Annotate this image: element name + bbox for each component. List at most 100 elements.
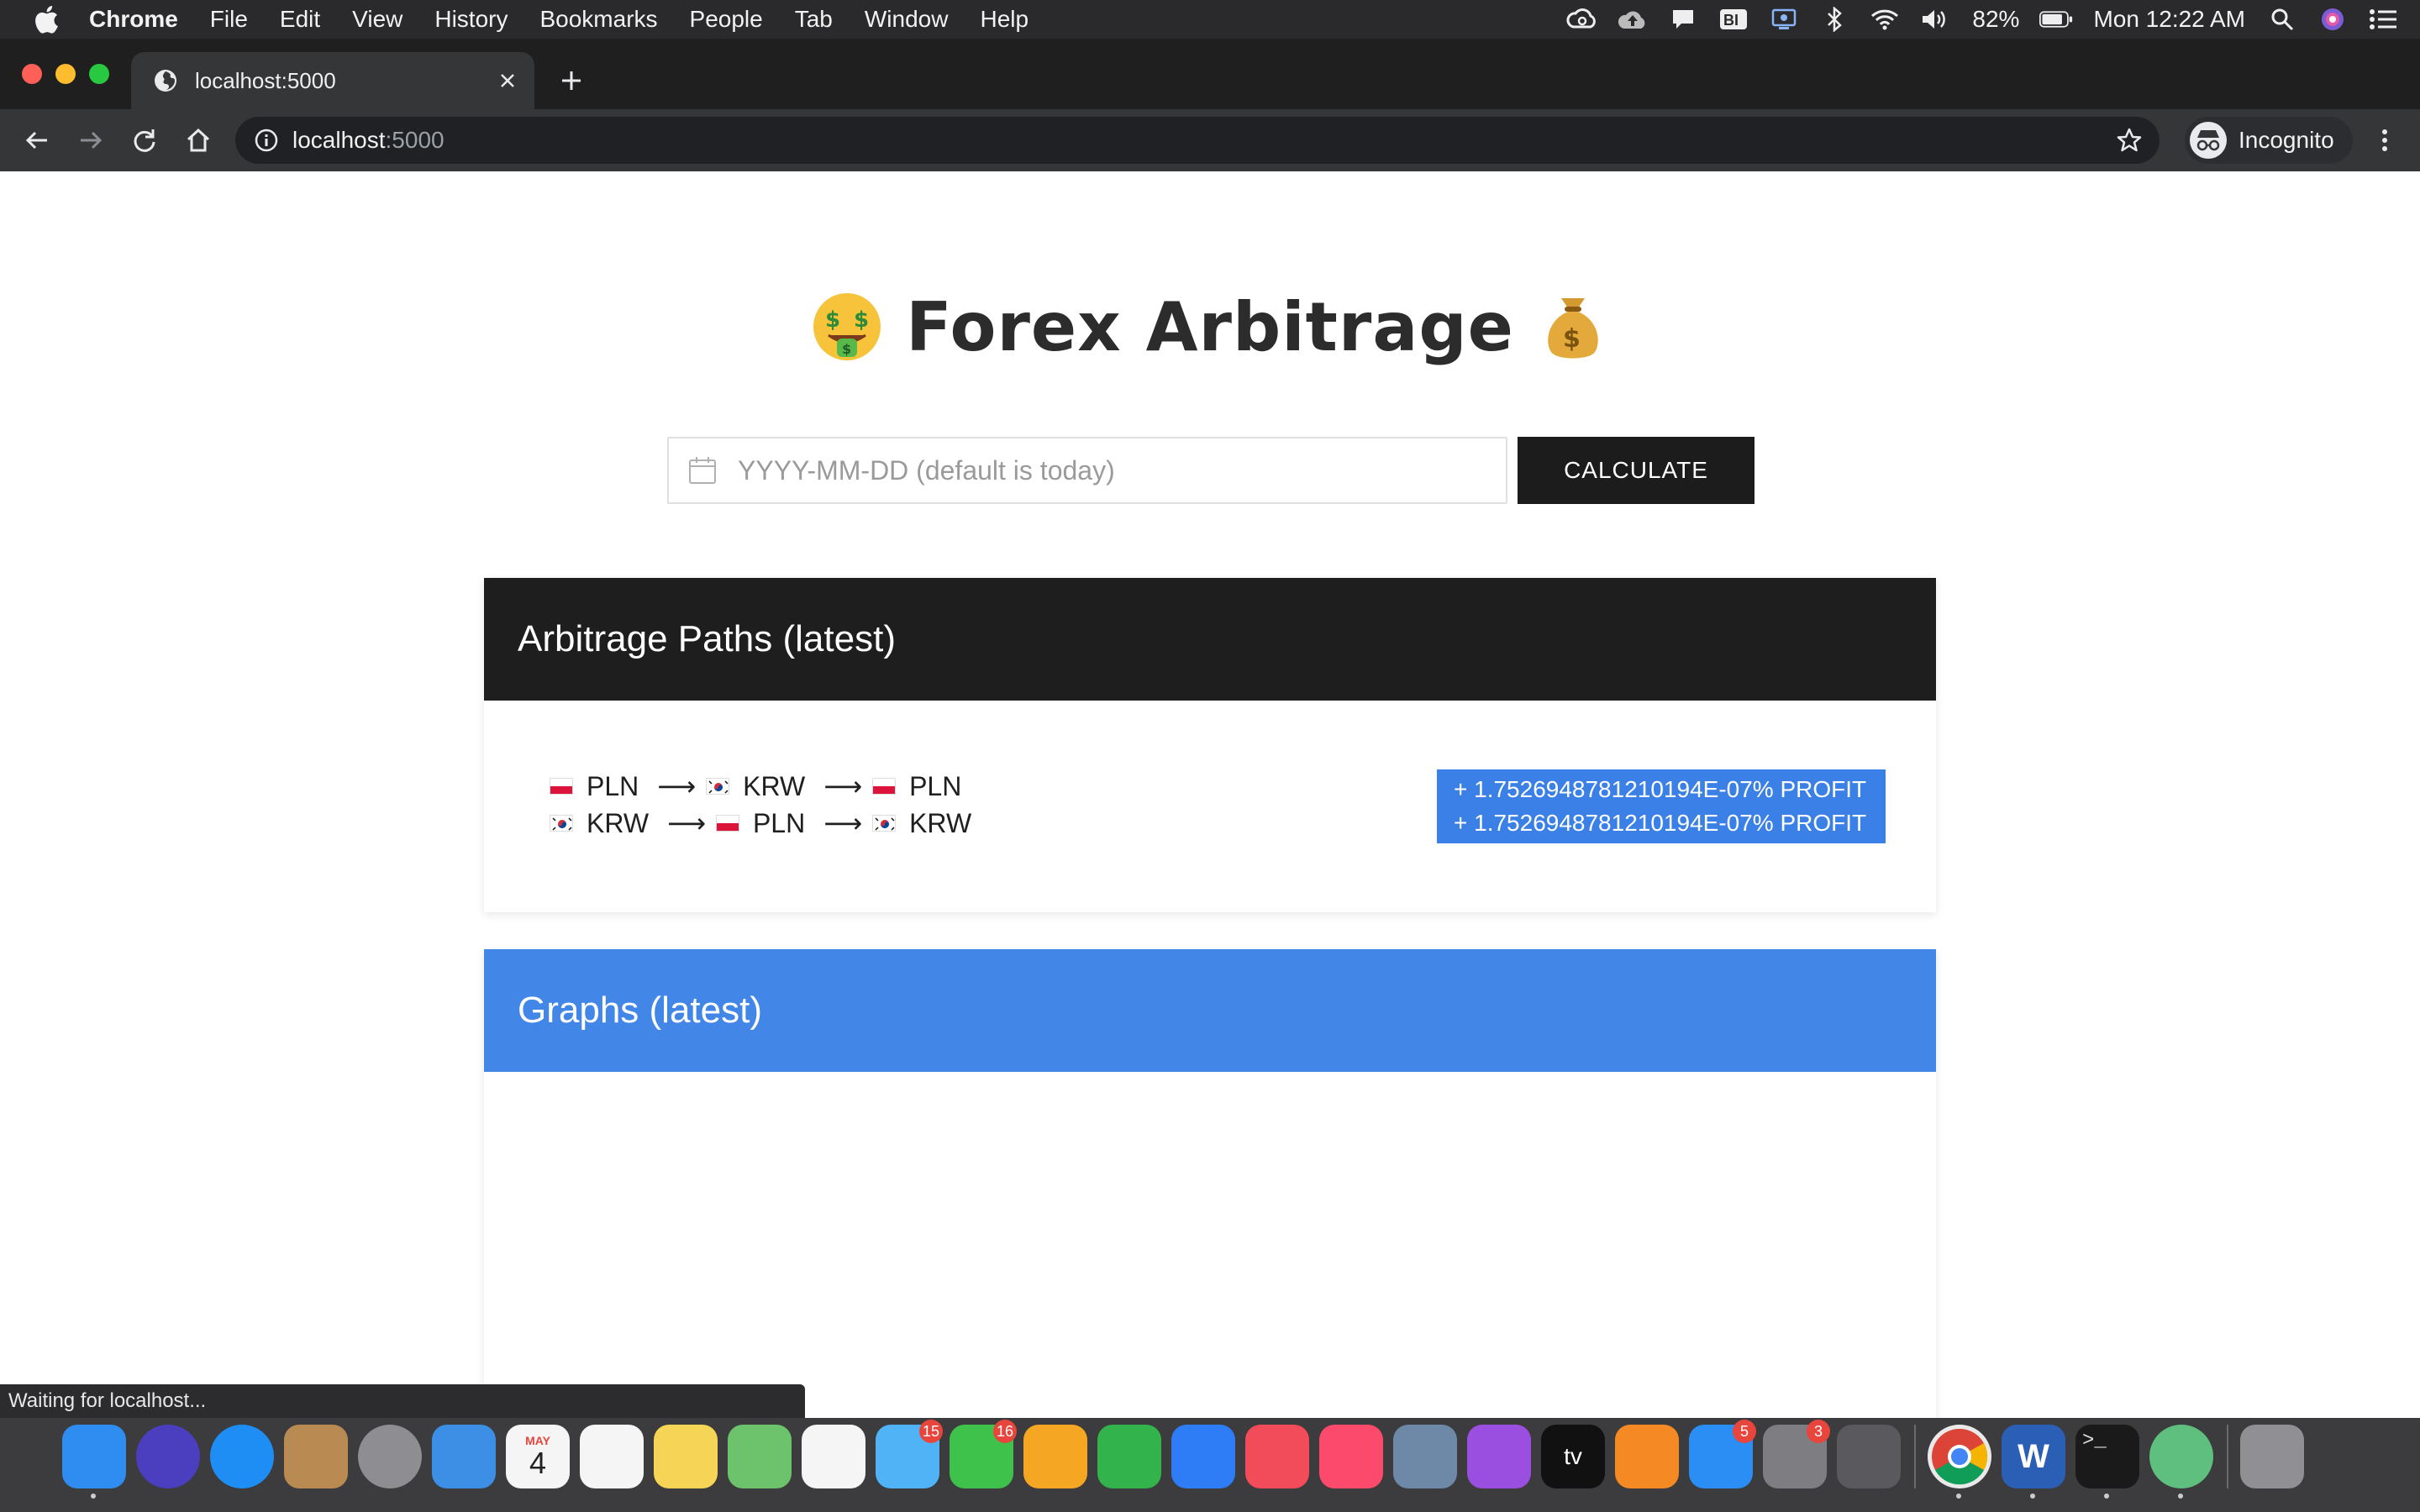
bi-icon[interactable]: BI bbox=[1717, 7, 1750, 32]
dock-siri-icon[interactable] bbox=[136, 1425, 200, 1488]
dock-numbers-icon[interactable] bbox=[1097, 1425, 1161, 1488]
home-icon[interactable] bbox=[182, 123, 215, 157]
menu-history[interactable]: History bbox=[434, 6, 508, 33]
poland-flag-icon bbox=[872, 778, 897, 795]
svg-text:$: $ bbox=[842, 341, 851, 357]
dock-facetime-icon[interactable]: 16 bbox=[950, 1420, 1017, 1488]
creative-cloud-icon[interactable] bbox=[1565, 7, 1599, 32]
currency-code: KRW bbox=[909, 807, 972, 838]
notification-center-icon[interactable] bbox=[2366, 7, 2400, 32]
dock-screenshot-icon[interactable] bbox=[1837, 1425, 1901, 1488]
battery-percentage: 82% bbox=[1972, 6, 2020, 32]
wifi-icon[interactable] bbox=[1868, 7, 1902, 32]
menu-bookmarks[interactable]: Bookmarks bbox=[539, 6, 657, 33]
calendar-icon bbox=[689, 457, 716, 484]
dock-contacts-icon[interactable] bbox=[284, 1425, 348, 1488]
dock-books-icon[interactable] bbox=[1615, 1425, 1679, 1488]
globe-icon bbox=[155, 70, 176, 92]
arbitrage-paths-heading: Arbitrage Paths (latest) bbox=[484, 578, 1936, 701]
dock-preview-icon[interactable] bbox=[1393, 1425, 1457, 1488]
date-input[interactable] bbox=[738, 454, 1477, 486]
dock-calendar-icon[interactable]: MAY 4 bbox=[506, 1425, 570, 1488]
battery-icon[interactable] bbox=[2039, 7, 2073, 32]
south-korea-flag-icon bbox=[550, 815, 573, 832]
menu-bar-clock[interactable]: Mon 12:22 AM bbox=[2093, 6, 2245, 33]
zoom-window-button[interactable] bbox=[89, 64, 109, 84]
south-korea-flag-icon bbox=[706, 778, 730, 795]
svg-text:$: $ bbox=[825, 307, 840, 333]
bookmark-star-icon[interactable] bbox=[2116, 127, 2143, 154]
incognito-icon bbox=[2190, 122, 2227, 159]
dock-finder-icon[interactable] bbox=[62, 1425, 126, 1499]
dock-podcasts-icon[interactable] bbox=[1467, 1425, 1531, 1488]
menu-help[interactable]: Help bbox=[980, 6, 1028, 33]
dock-system-preferences-icon[interactable]: 3 bbox=[1763, 1420, 1830, 1488]
path-list: PLN ⟶ KRW ⟶ PLN KRW ⟶ PLN ⟶ KRW bbox=[550, 768, 980, 842]
dock-apps: MAY 4 15 16 tv 5 3 W >_ bbox=[62, 1420, 2314, 1499]
dock-trash-icon[interactable] bbox=[2240, 1425, 2304, 1488]
notification-bubble-icon[interactable] bbox=[1666, 7, 1700, 32]
poland-flag-icon bbox=[715, 815, 739, 832]
dock-photos-icon[interactable] bbox=[802, 1425, 865, 1488]
menu-people[interactable]: People bbox=[690, 6, 763, 33]
graphs-card: Graphs (latest) bbox=[484, 949, 1936, 1418]
svg-text:BI: BI bbox=[1723, 12, 1739, 29]
display-user-icon[interactable] bbox=[1767, 7, 1801, 32]
menu-app-name[interactable]: Chrome bbox=[89, 6, 178, 33]
running-indicator bbox=[1956, 1494, 1961, 1499]
dock-safari-icon[interactable] bbox=[210, 1425, 274, 1488]
dock-music-icon[interactable] bbox=[1319, 1425, 1383, 1488]
minimize-window-button[interactable] bbox=[55, 64, 76, 84]
macos-dock: MAY 4 15 16 tv 5 3 W >_ bbox=[0, 1418, 2420, 1512]
menu-edit[interactable]: Edit bbox=[280, 6, 320, 33]
menu-tab[interactable]: Tab bbox=[795, 6, 833, 33]
menu-view[interactable]: View bbox=[352, 6, 402, 33]
dock-chrome-icon[interactable] bbox=[1928, 1425, 1991, 1499]
browser-toolbar: localhost:5000 Incognito bbox=[0, 109, 2420, 171]
chrome-menu-kebab-icon[interactable] bbox=[2368, 123, 2402, 157]
arbitrage-paths-body: PLN ⟶ KRW ⟶ PLN KRW ⟶ PLN ⟶ KRW + 1.7526… bbox=[484, 701, 1936, 912]
dock-keynote-icon[interactable] bbox=[1171, 1425, 1235, 1488]
running-indicator bbox=[2104, 1494, 2109, 1499]
reload-icon[interactable] bbox=[128, 123, 161, 157]
new-tab-plus-icon[interactable] bbox=[555, 64, 588, 97]
calculate-button[interactable]: CALCULATE bbox=[1518, 437, 1754, 504]
dock-maps-icon[interactable] bbox=[728, 1425, 792, 1488]
dock-messages-icon[interactable]: 15 bbox=[876, 1420, 943, 1488]
site-info-icon[interactable] bbox=[254, 128, 279, 153]
siri-icon[interactable] bbox=[2316, 7, 2349, 32]
dock-pages-icon[interactable] bbox=[1023, 1425, 1087, 1488]
money-mouth-face-icon: $ $ $ bbox=[813, 293, 881, 360]
address-bar[interactable]: localhost:5000 bbox=[235, 117, 2160, 164]
profit-value: + 1.7526948781210194E-07% PROFIT bbox=[1454, 776, 1867, 802]
page-title-row: $ $ $ Forex Arbitrage $ bbox=[0, 281, 2420, 373]
volume-icon[interactable] bbox=[1918, 7, 1952, 32]
dock-launchpad-icon[interactable] bbox=[358, 1425, 422, 1488]
close-tab-icon[interactable] bbox=[492, 66, 523, 96]
menu-window[interactable]: Window bbox=[865, 6, 949, 33]
back-arrow-icon[interactable] bbox=[20, 123, 54, 157]
bluetooth-icon[interactable] bbox=[1818, 7, 1851, 32]
dock-notes-icon[interactable] bbox=[654, 1425, 718, 1488]
dock-atom-icon[interactable] bbox=[2149, 1425, 2213, 1499]
apple-menu-icon[interactable] bbox=[34, 5, 59, 34]
dock-mail-icon[interactable] bbox=[432, 1425, 496, 1488]
close-window-button[interactable] bbox=[22, 64, 42, 84]
dock-reminders-icon[interactable] bbox=[580, 1425, 644, 1488]
url-host: localhost bbox=[292, 127, 386, 153]
menu-file[interactable]: File bbox=[210, 6, 248, 33]
arbitrage-path-row: PLN ⟶ KRW ⟶ PLN bbox=[550, 768, 980, 805]
svg-text:$: $ bbox=[1563, 324, 1581, 354]
dock-news-icon[interactable] bbox=[1245, 1425, 1309, 1488]
dock-tv-icon[interactable]: tv bbox=[1541, 1425, 1605, 1488]
graphs-body bbox=[484, 1072, 1936, 1418]
browser-tab-active[interactable]: localhost:5000 bbox=[131, 52, 534, 109]
dock-terminal-icon[interactable]: >_ bbox=[2075, 1425, 2139, 1499]
forward-arrow-icon[interactable] bbox=[74, 123, 108, 157]
dock-word-icon[interactable]: W bbox=[2002, 1425, 2065, 1499]
dock-app-store-icon[interactable]: 5 bbox=[1689, 1420, 1756, 1488]
incognito-profile-button[interactable]: Incognito bbox=[2185, 117, 2353, 164]
notification-badge: 16 bbox=[992, 1420, 1017, 1443]
spotlight-search-icon[interactable] bbox=[2265, 7, 2299, 32]
cloud-upload-icon[interactable] bbox=[1616, 7, 1649, 32]
